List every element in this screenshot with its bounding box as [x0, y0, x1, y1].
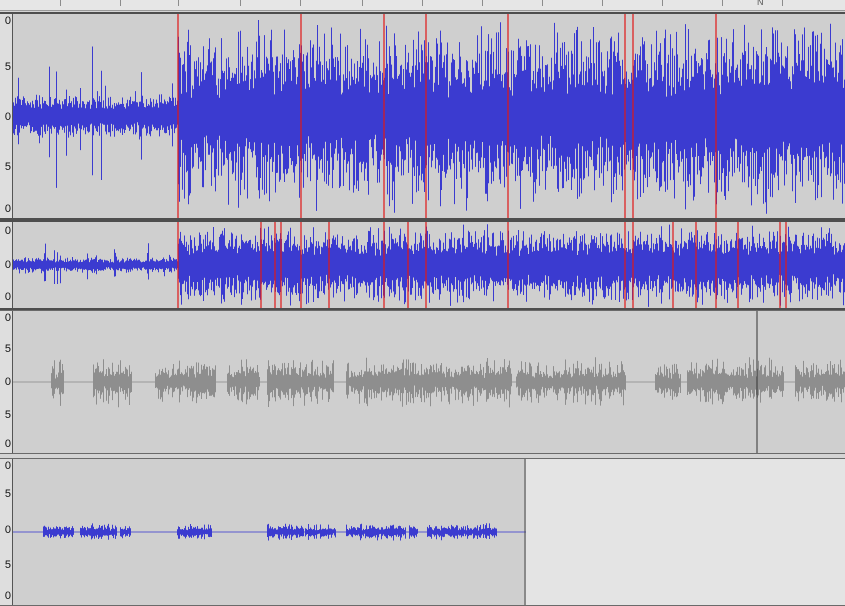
ruler-tick: [362, 0, 363, 6]
ruler-tick: [60, 0, 61, 6]
ruler-tick: [120, 0, 121, 6]
waveform-area[interactable]: [13, 222, 845, 308]
scale-label: 0: [4, 259, 11, 271]
waveform-path: [13, 20, 845, 214]
scale-label: 5: [4, 559, 11, 571]
scale-label: 0: [4, 225, 11, 237]
waveform-area[interactable]: [13, 14, 845, 218]
scale-label: 0: [4, 312, 11, 324]
scale-label: 5: [4, 409, 11, 421]
vertical-scale[interactable]: 0 5 0 5 0: [0, 459, 13, 605]
scale-label: 0: [4, 438, 11, 450]
waveform-path: [13, 224, 845, 307]
waveform-area[interactable]: [13, 459, 845, 605]
empty-track-region[interactable]: [526, 459, 845, 605]
waveform-area[interactable]: [13, 311, 845, 453]
ruler-tick: [782, 0, 783, 6]
vertical-scale[interactable]: 0 5 0 5 0: [0, 311, 13, 453]
waveform-display[interactable]: [13, 14, 845, 218]
ruler-tick: [662, 0, 663, 6]
scale-label: 0: [4, 460, 11, 472]
scale-label: 0: [4, 590, 11, 602]
scale-label: 0: [4, 15, 11, 27]
ruler-tick: [240, 0, 241, 6]
scale-label: 5: [4, 343, 11, 355]
ruler-tick: [482, 0, 483, 6]
ruler-tick: [300, 0, 301, 6]
audio-track-3[interactable]: 0 5 0 5 0: [0, 310, 845, 454]
ruler-label: N: [757, 0, 764, 7]
ruler-tick: [602, 0, 603, 6]
scale-label: 0: [4, 203, 11, 215]
waveform-display[interactable]: [13, 222, 845, 308]
vertical-scale[interactable]: 0 0 0: [0, 222, 13, 308]
scale-label: 5: [4, 61, 11, 73]
ruler-tick: [542, 0, 543, 6]
waveform-display[interactable]: [13, 311, 845, 453]
timeline-ruler[interactable]: N: [0, 0, 845, 11]
ruler-tick: [722, 0, 723, 6]
audio-track-2[interactable]: 0 0 0: [0, 220, 845, 310]
scale-label: 0: [4, 376, 11, 388]
scale-label: 5: [4, 488, 11, 500]
scale-label: 0: [4, 111, 11, 123]
scale-label: 5: [4, 161, 11, 173]
ruler-tick: [422, 0, 423, 6]
audio-track-1[interactable]: 0 5 0 5 0: [0, 12, 845, 220]
scale-label: 0: [4, 524, 11, 536]
audio-track-4[interactable]: 0 5 0 5 0: [0, 458, 845, 606]
scale-label: 0: [4, 291, 11, 303]
vertical-scale[interactable]: 0 5 0 5 0: [0, 14, 13, 218]
ruler-tick: [178, 0, 179, 6]
